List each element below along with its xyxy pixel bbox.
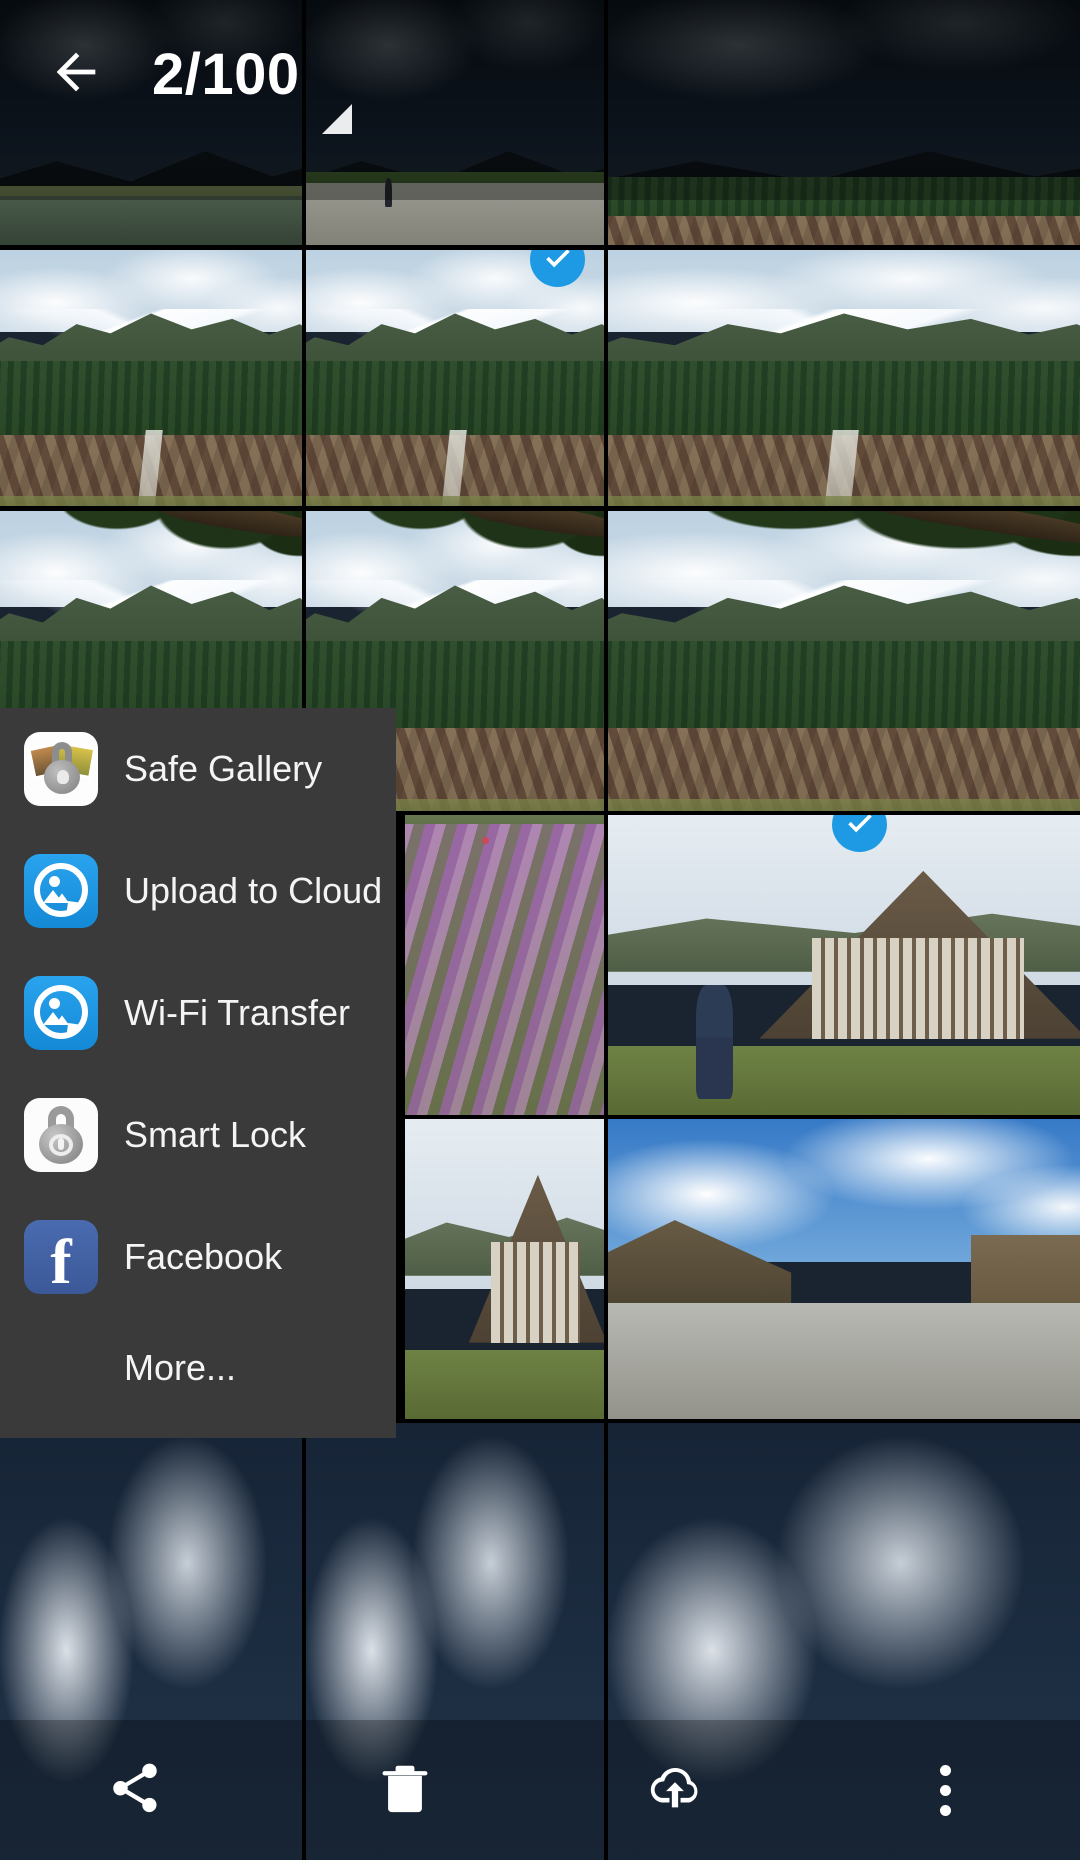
photo-tile[interactable] [405,815,604,1115]
menu-item-wifi-transfer[interactable]: Wi-Fi Transfer [0,952,396,1074]
photo-tile[interactable] [608,815,1080,1115]
selection-header: 2/100 [0,0,1080,148]
menu-item-facebook[interactable]: f Facebook [0,1196,396,1318]
more-vertical-icon [939,1764,951,1816]
bottom-toolbar [0,1720,1080,1860]
arrow-left-icon [47,43,105,106]
photo-tile[interactable] [608,511,1080,811]
photo-tile[interactable] [608,1119,1080,1419]
back-button[interactable] [22,20,130,128]
share-target-menu: Safe Gallery Upload to Cloud Wi-Fi Trans… [0,708,396,1438]
menu-item-label: More... [124,1347,237,1388]
share-button[interactable] [0,1720,270,1860]
overflow-button[interactable] [810,1720,1080,1860]
upload-button[interactable] [540,1720,810,1860]
trash-icon [376,1759,434,1822]
menu-item-safe-gallery[interactable]: Safe Gallery [0,708,396,830]
delete-button[interactable] [270,1720,540,1860]
upload-to-cloud-icon [24,854,98,928]
selection-count: 2/100 [152,41,300,107]
menu-item-label: Wi-Fi Transfer [124,992,351,1033]
cloud-upload-icon [646,1759,704,1822]
menu-item-label: Upload to Cloud [124,870,383,911]
menu-item-label: Facebook [124,1236,283,1277]
photo-tile[interactable] [0,250,302,506]
menu-item-upload-to-cloud[interactable]: Upload to Cloud [0,830,396,952]
gallery-screen: 2/100 Safe Gallery Upload to Cloud Wi-Fi… [0,0,1080,1860]
share-icon [106,1759,164,1822]
menu-item-label: Safe Gallery [124,748,323,789]
menu-item-label: Smart Lock [124,1114,307,1155]
safe-gallery-icon [24,732,98,806]
wifi-transfer-icon [24,976,98,1050]
photo-tile[interactable] [608,250,1080,506]
menu-item-smart-lock[interactable]: Smart Lock [0,1074,396,1196]
photo-tile[interactable] [405,1119,604,1419]
menu-item-more[interactable]: More... [0,1308,396,1428]
facebook-icon: f [24,1220,98,1294]
smart-lock-icon [24,1098,98,1172]
photo-tile[interactable] [306,250,604,506]
